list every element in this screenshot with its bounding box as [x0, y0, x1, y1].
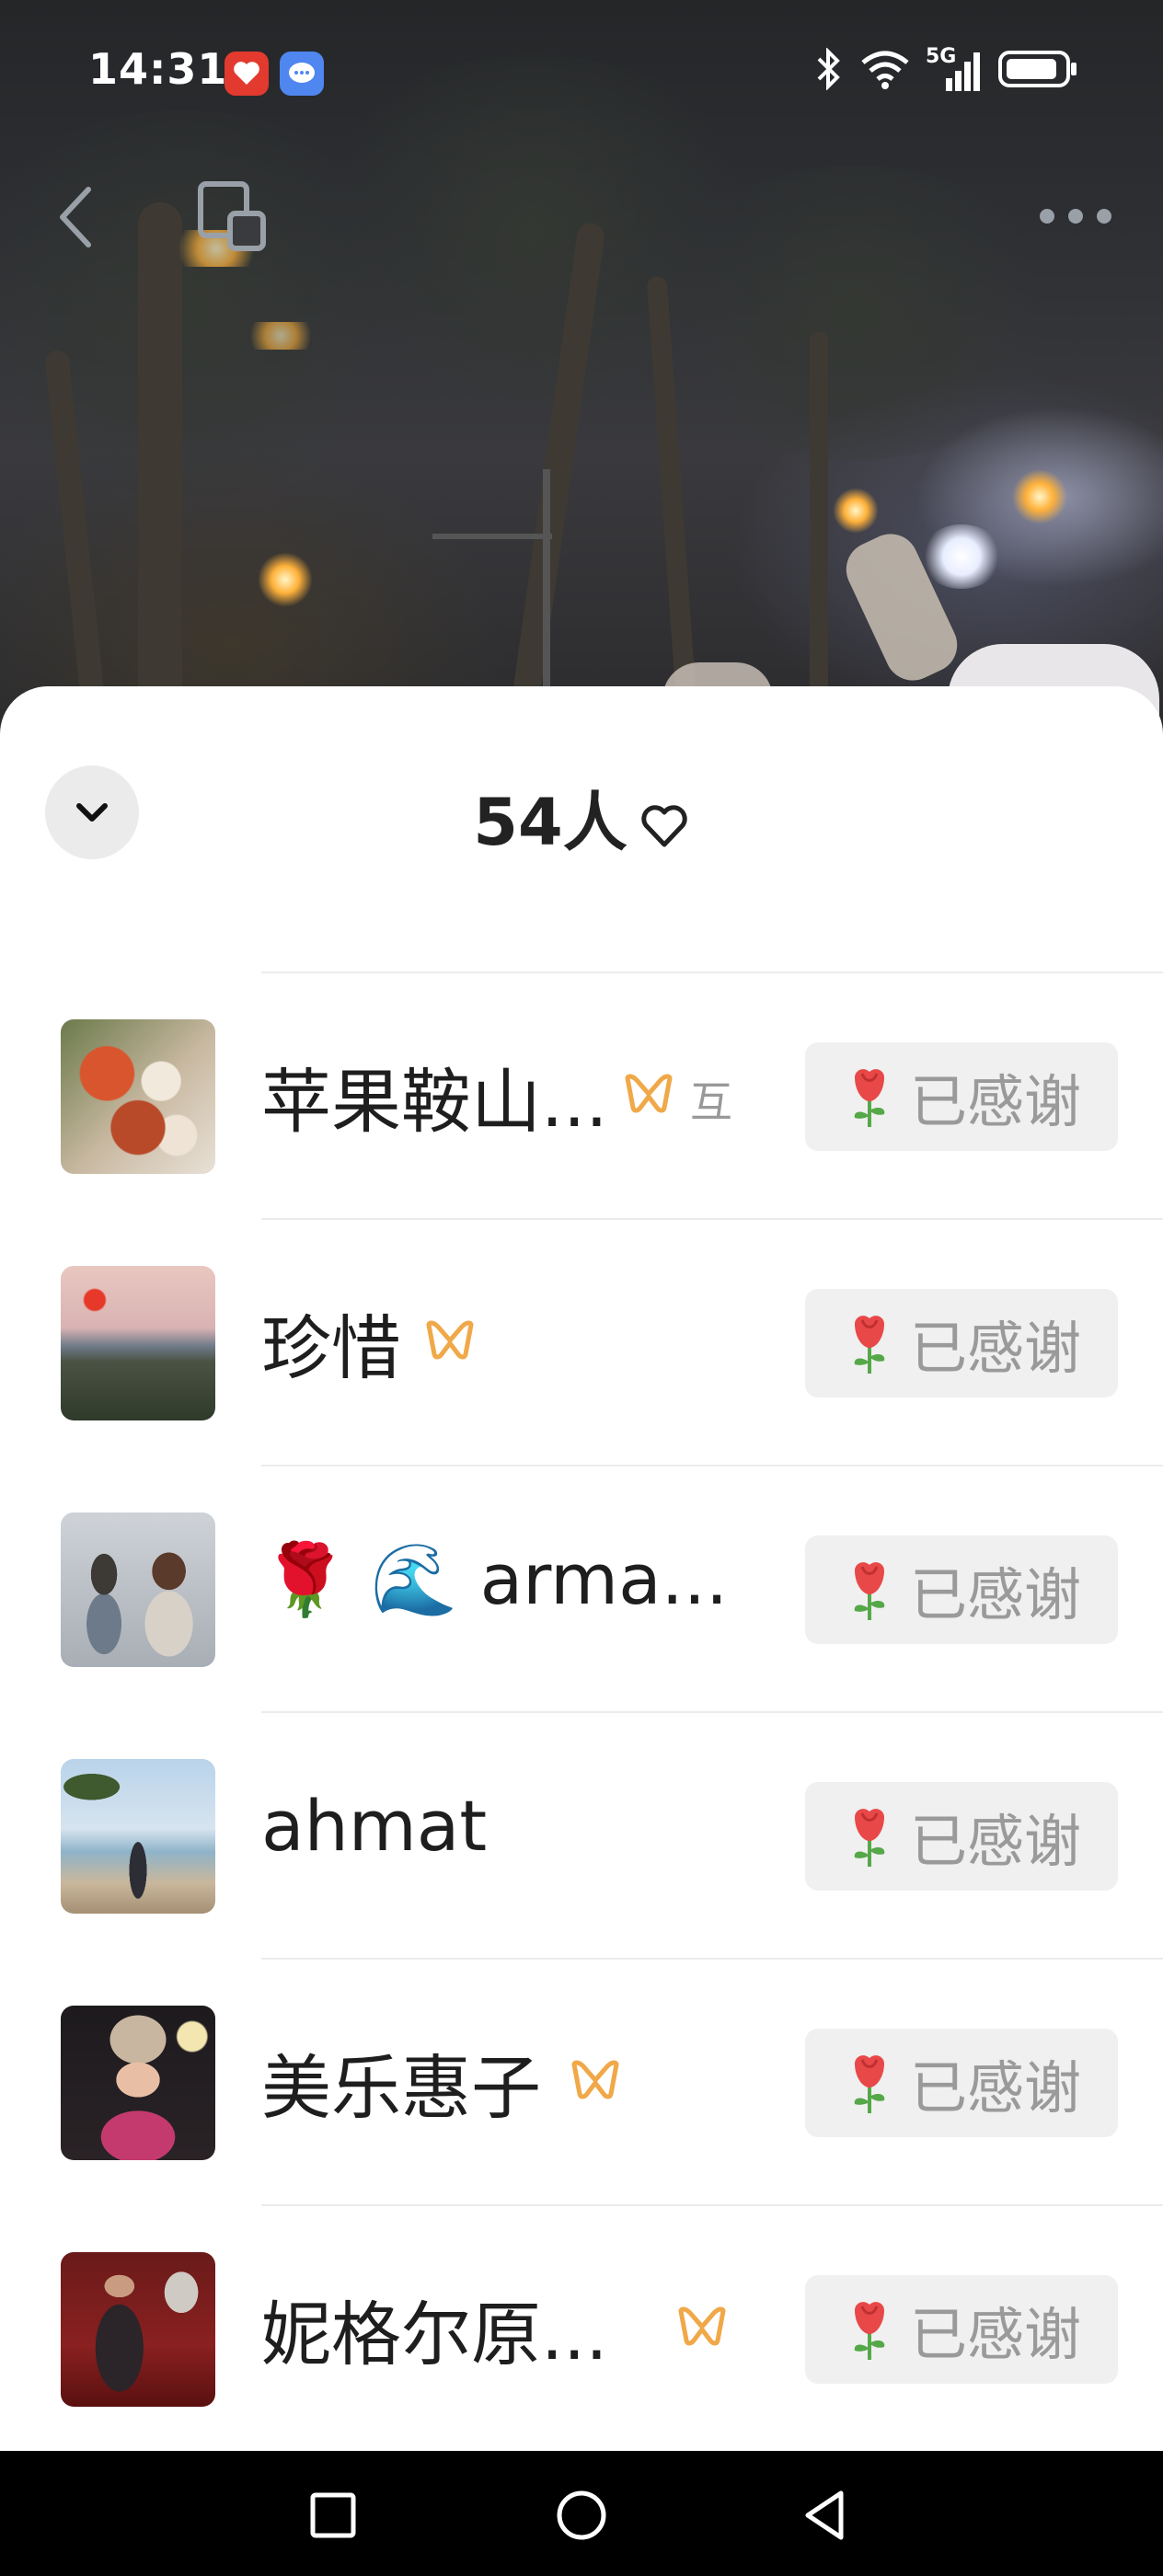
fan-badge-icon: [423, 1314, 477, 1367]
wifi-icon: [859, 48, 911, 94]
rose-icon: [854, 2055, 885, 2113]
supporter-name[interactable]: ahmat: [261, 1785, 487, 1867]
mutual-follow-tag: 互: [690, 1077, 732, 1127]
status-bar: 14:31 5G: [0, 0, 1163, 147]
supporter-name[interactable]: 妮格尔原...: [261, 2278, 607, 2379]
thanked-button[interactable]: 已感谢: [805, 1535, 1118, 1644]
rose-icon: [854, 1069, 885, 1127]
supporter-row[interactable]: 妮格尔原... 已感谢: [0, 2206, 1163, 2451]
supporters-sheet: 54人 苹果鞍山... 互 已感谢 珍惜 已感谢 🌹 �: [0, 686, 1163, 2451]
system-back-icon[interactable]: [799, 2488, 854, 2543]
red-app-icon: [225, 52, 269, 96]
avatar[interactable]: [61, 1512, 215, 1667]
back-icon[interactable]: [50, 180, 105, 254]
thanked-label: 已感谢: [909, 1561, 1081, 1628]
status-time: 14:31: [88, 44, 228, 94]
supporter-row[interactable]: ahmat 已感谢: [0, 1713, 1163, 1960]
heart-outline-icon: [639, 792, 690, 846]
supporter-name[interactable]: 苹果鞍山...: [261, 1045, 607, 1146]
avatar[interactable]: [61, 1019, 215, 1174]
rose-icon: [854, 1562, 885, 1620]
thanked-label: 已感谢: [909, 1808, 1081, 1875]
more-icon[interactable]: [1034, 193, 1117, 239]
thanked-button[interactable]: 已感谢: [805, 2029, 1118, 2137]
thanked-button[interactable]: 已感谢: [805, 1042, 1118, 1151]
avatar[interactable]: [61, 2006, 215, 2160]
supporter-name[interactable]: 珍惜: [261, 1292, 401, 1393]
thanked-button[interactable]: 已感谢: [805, 1289, 1118, 1397]
network-type: 5G: [926, 45, 957, 68]
supporter-count-title: 54人: [0, 771, 1163, 864]
fan-badge-icon: [675, 2300, 729, 2353]
signal-icon: 5G: [926, 45, 983, 93]
avatar[interactable]: [61, 1759, 215, 1914]
thanked-label: 已感谢: [909, 1315, 1081, 1382]
thanked-button[interactable]: 已感谢: [805, 2275, 1118, 2384]
home-icon[interactable]: [554, 2488, 609, 2543]
avatar[interactable]: [61, 2252, 215, 2407]
thanked-button[interactable]: 已感谢: [805, 1782, 1118, 1891]
thanked-label: 已感谢: [909, 1068, 1081, 1135]
supporter-row[interactable]: 苹果鞍山... 互 已感谢: [0, 973, 1163, 1220]
rose-icon: [854, 1316, 885, 1374]
rose-icon: [854, 1809, 885, 1867]
supporter-name[interactable]: 🌹 🌊 arma...: [261, 1538, 728, 1621]
supporter-count: 54人: [473, 785, 628, 860]
bluetooth-icon: [813, 47, 845, 94]
cast-icon[interactable]: [197, 180, 271, 254]
status-icons: 5G: [813, 45, 1078, 94]
blue-message-icon: [280, 52, 324, 96]
supporter-row[interactable]: 美乐惠子 已感谢: [0, 1960, 1163, 2206]
thanked-label: 已感谢: [909, 2054, 1081, 2122]
system-nav-bar: [0, 2451, 1163, 2576]
thanked-label: 已感谢: [909, 2301, 1081, 2368]
rose-icon: [854, 2302, 885, 2360]
recents-icon[interactable]: [305, 2488, 361, 2543]
fan-badge-icon: [622, 1067, 675, 1121]
fan-badge-icon: [569, 2053, 622, 2107]
battery-icon: [997, 48, 1078, 94]
supporter-row[interactable]: 🌹 🌊 arma... 已感谢: [0, 1466, 1163, 1713]
avatar[interactable]: [61, 1266, 215, 1420]
supporter-row[interactable]: 珍惜 已感谢: [0, 1220, 1163, 1466]
supporter-name[interactable]: 美乐惠子: [261, 2031, 541, 2133]
